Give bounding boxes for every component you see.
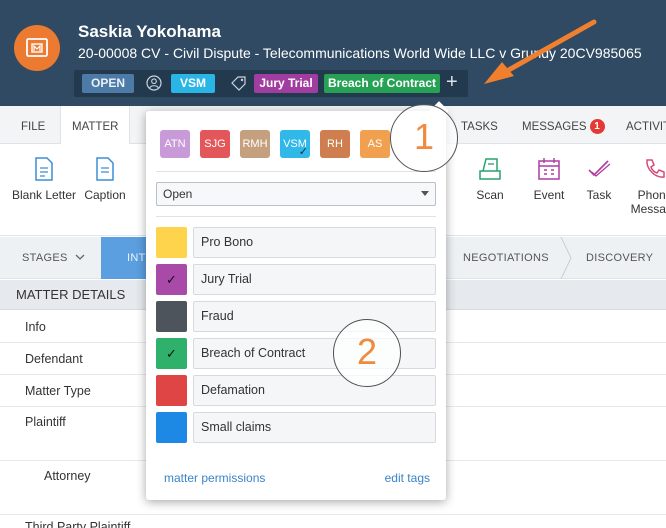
tab-activities[interactable]: ACTIVITIES — [626, 106, 666, 144]
tag-option-small-claims[interactable]: Small claims — [156, 412, 436, 443]
field-third-party-plaintiff: Third Party Plaintiff — [25, 520, 131, 528]
calendar-icon — [538, 158, 560, 180]
matter-header: Saskia Yokohama 20-00008 CV - Civil Disp… — [0, 0, 666, 106]
tab-matter[interactable]: MATTER — [60, 106, 131, 145]
tag-icon — [231, 76, 246, 91]
document-icon — [96, 157, 114, 181]
caption-label: Caption — [84, 188, 126, 202]
annotation-callout-1: 1 — [390, 104, 458, 172]
tab-messages[interactable]: MESSAGES 1 — [522, 106, 605, 144]
matter-logo-icon — [14, 25, 60, 71]
tab-tasks[interactable]: TASKS — [461, 106, 498, 144]
staff-chip-atn[interactable]: ATN — [160, 130, 190, 158]
matter-status-bar: OPEN VSM Jury Trial Breach of Contract + — [74, 70, 468, 97]
stages-label: STAGES — [22, 252, 68, 264]
selected-check-icon: ✓ — [298, 146, 308, 158]
staff-chip-rh[interactable]: RH — [320, 130, 350, 158]
tag-swatch[interactable] — [156, 227, 187, 258]
tag-option-pro-bono[interactable]: Pro Bono — [156, 227, 436, 258]
tab-messages-label: MESSAGES — [522, 121, 587, 133]
matter-permissions-link[interactable]: matter permissions — [164, 471, 265, 485]
annotation-arrow — [484, 19, 597, 84]
caption-button[interactable]: Caption — [70, 156, 140, 202]
scan-label: Scan — [476, 188, 504, 202]
tag-option-fraud[interactable]: Fraud — [156, 301, 436, 332]
staff-chip-vsm[interactable]: VSM ✓ — [280, 130, 310, 158]
tag-swatch[interactable] — [156, 375, 187, 406]
staff-chip-sjg[interactable]: SJG — [200, 130, 230, 158]
checkmark-icon: ✓ — [166, 346, 177, 361]
client-name: Saskia Yokohama — [78, 22, 222, 41]
stage-active[interactable]: INT — [101, 237, 147, 279]
phone-icon — [646, 159, 665, 178]
status-badge[interactable]: OPEN — [82, 74, 134, 93]
task-check-icon — [588, 160, 611, 177]
add-tag-icon[interactable]: + — [446, 71, 458, 93]
tag-option-jury-trial[interactable]: ✓ Jury Trial — [156, 264, 436, 295]
annotation-callout-2: 2 — [333, 319, 401, 387]
stage-discovery[interactable]: DISCOVERY — [586, 237, 666, 279]
tag-option-label: Defamation — [193, 375, 436, 406]
event-label: Event — [533, 188, 565, 202]
chevron-down-icon — [75, 254, 85, 260]
tag-option-label: Pro Bono — [193, 227, 436, 258]
tags-popover: ATN SJG RMH VSM ✓ RH AS Open Pro Bono ✓ … — [146, 101, 449, 500]
tag-swatch[interactable] — [156, 412, 187, 443]
status-select-value: Open — [163, 187, 193, 201]
popover-divider — [156, 171, 436, 172]
tag-option-label: Fraud — [193, 301, 436, 332]
blank-letter-label: Blank Letter — [11, 188, 77, 202]
checkmark-icon: ✓ — [166, 272, 177, 287]
blank-letter-button[interactable]: Blank Letter — [9, 156, 79, 202]
tag-option-label: Jury Trial — [193, 264, 436, 295]
status-select[interactable]: Open — [156, 182, 436, 206]
assignee-badge[interactable]: VSM — [171, 74, 215, 93]
scan-icon — [479, 158, 501, 180]
stage-negotiations[interactable]: NEGOTIATIONS — [446, 237, 564, 279]
messages-count-badge: 1 — [589, 119, 605, 134]
task-label: Task — [586, 188, 612, 202]
staff-chip-as[interactable]: AS — [360, 130, 390, 158]
popover-divider — [156, 216, 436, 217]
edit-tags-link[interactable]: edit tags — [385, 471, 430, 485]
tag-option-label: Small claims — [193, 412, 436, 443]
stage-separator — [560, 237, 572, 279]
chevron-down-icon — [421, 191, 429, 196]
staff-chip-rmh[interactable]: RMH — [240, 130, 270, 158]
tag-swatch[interactable] — [156, 301, 187, 332]
phone-message-label: Phone Message — [630, 188, 666, 216]
phone-message-button[interactable]: Phone Message — [620, 156, 666, 216]
document-icon — [35, 157, 53, 181]
tag-jury-trial[interactable]: Jury Trial — [254, 74, 318, 93]
tab-file[interactable]: FILE — [21, 106, 45, 144]
user-icon — [146, 75, 162, 91]
stages-dropdown[interactable]: STAGES — [0, 237, 100, 279]
tag-option-defamation[interactable]: Defamation — [156, 375, 436, 406]
tag-breach-of-contract[interactable]: Breach of Contract — [324, 74, 440, 93]
